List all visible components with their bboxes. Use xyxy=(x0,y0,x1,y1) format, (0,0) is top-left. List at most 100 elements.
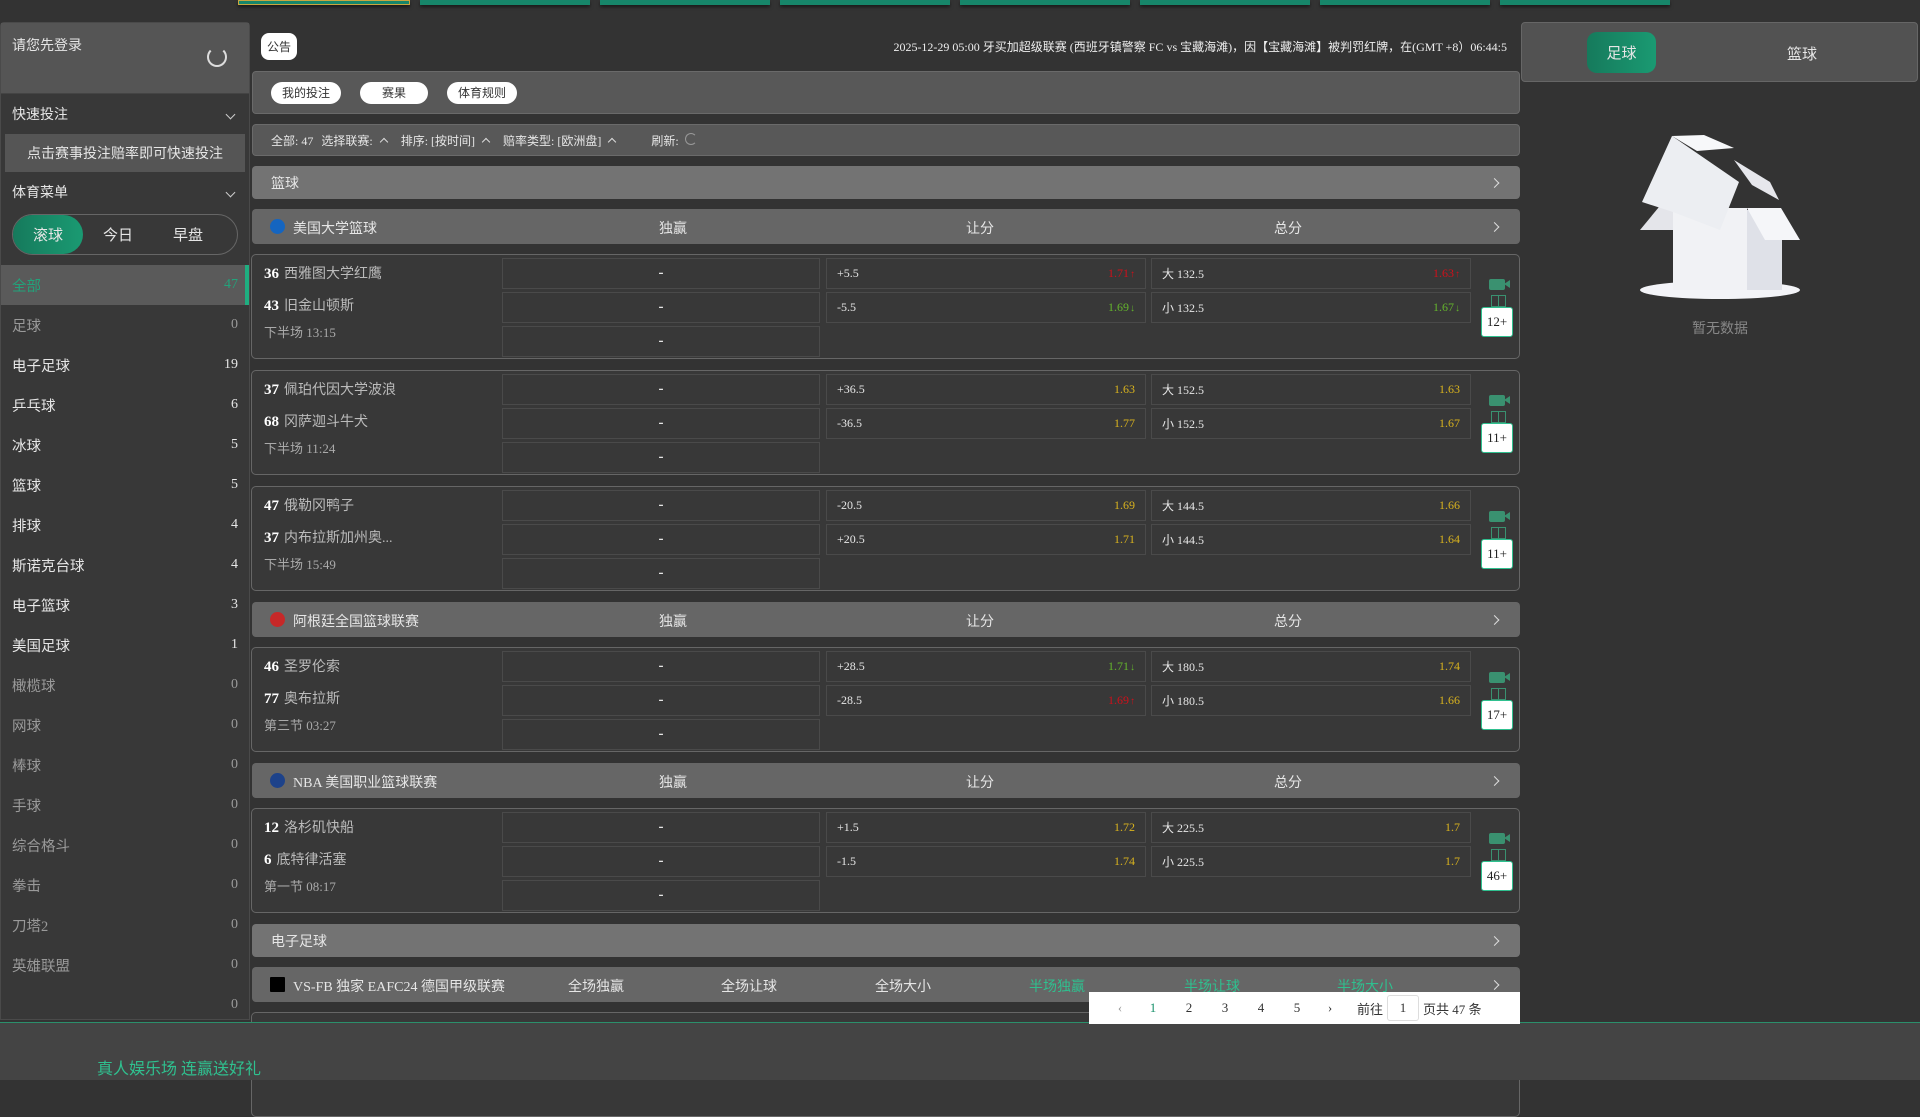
login-prompt[interactable]: 请您先登录 xyxy=(12,35,82,55)
league-header[interactable]: 美国大学篮球 独赢 让分 总分 xyxy=(252,209,1520,244)
sports-menu-header[interactable]: 体育菜单 xyxy=(1,172,249,212)
spread-odds-cell[interactable]: +28.5 1.71↓ xyxy=(826,651,1146,682)
more-markets-button[interactable]: 17+ xyxy=(1481,700,1513,730)
moneyline-odds-cell[interactable]: - xyxy=(502,812,820,843)
total-odds-cell[interactable]: 大 144.5 1.66 xyxy=(1151,490,1471,521)
banner-thumb[interactable] xyxy=(1500,0,1670,5)
page-button[interactable]: 5 xyxy=(1279,1000,1315,1016)
total-odds-cell[interactable]: 小 152.5 1.67 xyxy=(1151,408,1471,439)
more-markets-button[interactable]: 11+ xyxy=(1481,539,1513,569)
sidebar-item-sport[interactable]: 英雄联盟 0 xyxy=(1,945,249,985)
sidebar-item-sport[interactable]: 电子足球 19 xyxy=(1,345,249,385)
tab-today[interactable]: 今日 xyxy=(83,215,153,254)
sidebar-item-sport[interactable]: 电子篮球 3 xyxy=(1,585,249,625)
sidebar-item-sport[interactable]: 橄榄球 0 xyxy=(1,665,249,705)
league-header[interactable]: NBA 美国职业篮球联赛 独赢 让分 总分 xyxy=(252,763,1520,798)
spread-odds-cell[interactable]: -36.5 1.77 xyxy=(826,408,1146,439)
sidebar-item-sport[interactable]: 美国足球 1 xyxy=(1,625,249,665)
banner-thumb[interactable] xyxy=(780,0,950,5)
sidebar-item-sport[interactable]: 手球 0 xyxy=(1,785,249,825)
moneyline-odds-cell[interactable]: - xyxy=(502,258,820,289)
tab-basketball[interactable]: 篮球 xyxy=(1787,43,1817,64)
more-markets-button[interactable]: 46+ xyxy=(1481,861,1513,891)
more-markets-button[interactable]: 11+ xyxy=(1481,423,1513,453)
moneyline-odds-cell[interactable]: - xyxy=(502,374,820,405)
banner-thumb[interactable] xyxy=(600,0,770,5)
page-button[interactable]: 2 xyxy=(1171,1000,1207,1016)
moneyline-odds-cell[interactable]: - xyxy=(502,490,820,521)
sidebar-item-sport[interactable]: 全部 47 xyxy=(1,265,249,305)
tab-rules[interactable]: 体育规则 xyxy=(447,81,518,104)
moneyline-odds-cell[interactable]: - xyxy=(502,719,820,750)
odds-type-filter[interactable]: 赔率类型: [欧洲盘] xyxy=(503,132,621,149)
field-animation-icon[interactable] xyxy=(1491,527,1506,539)
prev-page-icon[interactable]: ‹ xyxy=(1105,1000,1135,1016)
announcement-button[interactable]: 公告 xyxy=(261,33,297,60)
banner-thumb[interactable] xyxy=(1320,0,1490,5)
banner-thumb[interactable] xyxy=(960,0,1130,5)
promo-text[interactable]: 真人娱乐场 连赢送好礼 xyxy=(97,1055,261,1079)
goto-page-input[interactable]: 1 xyxy=(1387,995,1420,1021)
sidebar-item-sport[interactable]: 足球 0 xyxy=(1,305,249,345)
spread-odds-cell[interactable]: -1.5 1.74 xyxy=(826,846,1146,877)
sidebar-item-sport[interactable]: 冰球 5 xyxy=(1,425,249,465)
quick-bet-hint[interactable]: 点击赛事投注赔率即可快速投注 xyxy=(5,134,245,172)
more-markets-button[interactable]: 12+ xyxy=(1481,307,1513,337)
moneyline-odds-cell[interactable]: - xyxy=(502,408,820,439)
moneyline-odds-cell[interactable]: - xyxy=(502,651,820,682)
live-video-icon[interactable] xyxy=(1489,672,1510,683)
spread-odds-cell[interactable]: -20.5 1.69 xyxy=(826,490,1146,521)
sidebar-item-sport[interactable]: 乒乓球 6 xyxy=(1,385,249,425)
live-video-icon[interactable] xyxy=(1489,395,1510,406)
refresh-icon[interactable] xyxy=(207,47,227,67)
league-filter[interactable]: 选择联赛: xyxy=(321,132,392,149)
sidebar-item-sport[interactable]: 网球 0 xyxy=(1,705,249,745)
tab-live[interactable]: 滚球 xyxy=(13,215,83,254)
spread-odds-cell[interactable]: +1.5 1.72 xyxy=(826,812,1146,843)
moneyline-odds-cell[interactable]: - xyxy=(502,846,820,877)
moneyline-odds-cell[interactable]: - xyxy=(502,685,820,716)
total-odds-cell[interactable]: 大 225.5 1.7 xyxy=(1151,812,1471,843)
banner-thumb[interactable] xyxy=(238,0,410,5)
spread-odds-cell[interactable]: +36.5 1.63 xyxy=(826,374,1146,405)
sidebar-item-sport[interactable]: 拳击 0 xyxy=(1,865,249,905)
sidebar-item-sport[interactable]: 0 xyxy=(1,985,249,1025)
moneyline-odds-cell[interactable]: - xyxy=(502,880,820,911)
tab-football[interactable]: 足球 xyxy=(1587,32,1656,73)
sport-section-header[interactable]: 电子足球 xyxy=(252,924,1520,957)
total-odds-cell[interactable]: 小 225.5 1.7 xyxy=(1151,846,1471,877)
sort-filter[interactable]: 排序: [按时间] xyxy=(401,132,495,149)
tab-early[interactable]: 早盘 xyxy=(153,215,223,254)
spread-odds-cell[interactable]: +20.5 1.71 xyxy=(826,524,1146,555)
total-odds-cell[interactable]: 大 180.5 1.74 xyxy=(1151,651,1471,682)
banner-thumb[interactable] xyxy=(420,0,590,5)
moneyline-odds-cell[interactable]: - xyxy=(502,524,820,555)
total-odds-cell[interactable]: 大 152.5 1.63 xyxy=(1151,374,1471,405)
moneyline-odds-cell[interactable]: - xyxy=(502,326,820,357)
quick-bet-header[interactable]: 快速投注 xyxy=(1,94,249,134)
field-animation-icon[interactable] xyxy=(1491,411,1506,423)
refresh-control[interactable]: 刷新: xyxy=(651,132,697,149)
sidebar-item-sport[interactable]: 篮球 5 xyxy=(1,465,249,505)
league-header[interactable]: 阿根廷全国篮球联赛 独赢 让分 总分 xyxy=(252,602,1520,637)
sidebar-item-sport[interactable]: 刀塔2 0 xyxy=(1,905,249,945)
total-odds-cell[interactable]: 小 180.5 1.66 xyxy=(1151,685,1471,716)
moneyline-odds-cell[interactable]: - xyxy=(502,292,820,323)
field-animation-icon[interactable] xyxy=(1491,295,1506,307)
sidebar-item-sport[interactable]: 综合格斗 0 xyxy=(1,825,249,865)
sidebar-item-sport[interactable]: 排球 4 xyxy=(1,505,249,545)
page-button[interactable]: 4 xyxy=(1243,1000,1279,1016)
next-page-icon[interactable]: › xyxy=(1315,1000,1345,1016)
tab-my-bets[interactable]: 我的投注 xyxy=(271,81,342,104)
spread-odds-cell[interactable]: -5.5 1.69↓ xyxy=(826,292,1146,323)
live-video-icon[interactable] xyxy=(1489,511,1510,522)
live-video-icon[interactable] xyxy=(1489,833,1510,844)
live-video-icon[interactable] xyxy=(1489,279,1510,290)
field-animation-icon[interactable] xyxy=(1491,688,1506,700)
spread-odds-cell[interactable]: -28.5 1.69↑ xyxy=(826,685,1146,716)
total-odds-cell[interactable]: 小 144.5 1.64 xyxy=(1151,524,1471,555)
page-button[interactable]: 3 xyxy=(1207,1000,1243,1016)
moneyline-odds-cell[interactable]: - xyxy=(502,442,820,473)
sidebar-item-sport[interactable]: 棒球 0 xyxy=(1,745,249,785)
banner-thumb[interactable] xyxy=(1140,0,1310,5)
